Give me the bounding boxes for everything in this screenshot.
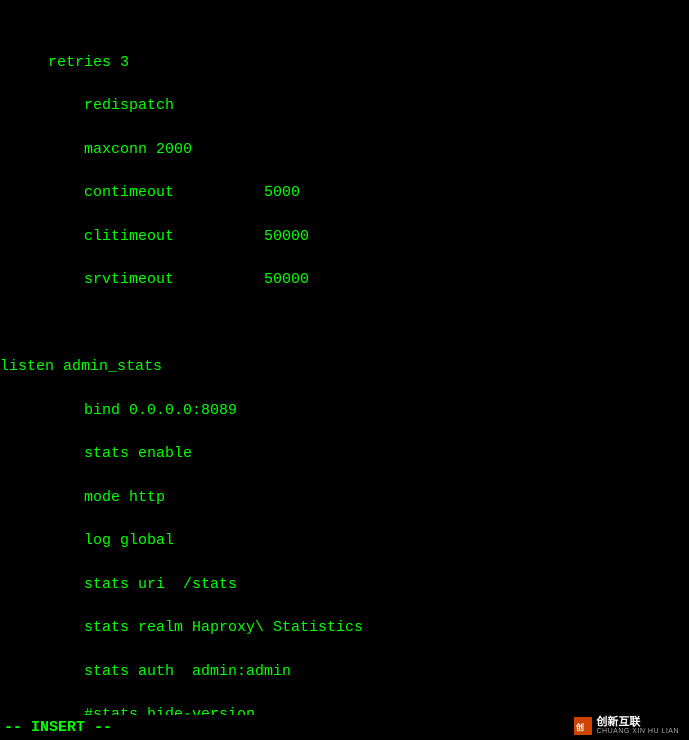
line-blank-1 (0, 313, 689, 335)
line-mode-http: mode http (0, 487, 689, 509)
line-6: srvtimeout 50000 (0, 269, 689, 291)
insert-mode-label: -- INSERT -- (0, 719, 112, 736)
watermark-pinyin-text: CHUANG XIN HU LIAN (596, 728, 679, 736)
watermark-logo-icon: 创 (574, 717, 592, 735)
line-3: maxconn 2000 (0, 139, 689, 161)
line-stats-realm: stats realm Haproxy\ Statistics (0, 617, 689, 639)
status-bar: -- INSERT -- 创 创新互联 CHUANG XIN HU LIAN (0, 715, 689, 740)
line-5: clitimeout 50000 (0, 226, 689, 248)
watermark: 创 创新互联 CHUANG XIN HU LIAN (568, 714, 685, 738)
terminal-window: retries 3 redispatch maxconn 2000 contim… (0, 0, 689, 740)
line-bind: bind 0.0.0.0:8089 (0, 400, 689, 422)
line-stats-uri: stats uri /stats (0, 574, 689, 596)
line-listen-admin: listen admin_stats (0, 356, 689, 378)
line-stats-auth: stats auth admin:admin (0, 661, 689, 683)
line-log-global: log global (0, 530, 689, 552)
line-stats-enable: stats enable (0, 443, 689, 465)
line-2: redispatch (0, 95, 689, 117)
terminal-text-area: retries 3 redispatch maxconn 2000 contim… (0, 0, 689, 740)
watermark-chinese-text: 创新互联 (596, 716, 640, 728)
svg-text:创: 创 (575, 722, 584, 732)
line-1: retries 3 (0, 52, 689, 74)
line-4: contimeout 5000 (0, 182, 689, 204)
